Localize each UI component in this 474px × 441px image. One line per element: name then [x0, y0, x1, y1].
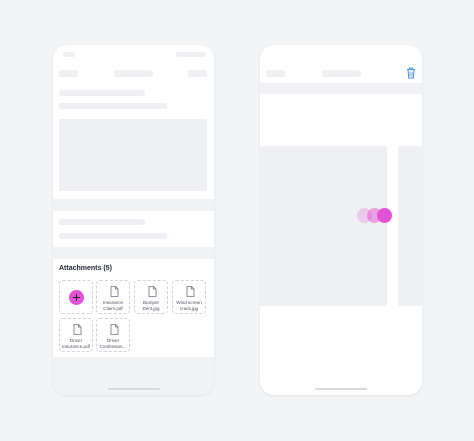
document-icon [148, 286, 157, 297]
document-icon [110, 324, 119, 335]
content-line-4 [59, 233, 167, 239]
home-indicator [315, 388, 367, 390]
status-bar-left [63, 52, 75, 57]
status-bar-right [176, 52, 206, 57]
attachment-preview-screen [260, 45, 422, 395]
home-indicator [108, 388, 160, 390]
plus-icon: + [69, 290, 84, 305]
section-divider-1 [53, 199, 214, 211]
attachment-tile[interactable]: Driver Insurance.pdf [59, 318, 93, 352]
add-attachment-button[interactable]: + [59, 280, 93, 314]
attachments-screen: Attachments (5) + Insurance Claim.pdf Bu… [53, 45, 214, 395]
content-line-1 [59, 90, 145, 96]
loading-dot [377, 208, 392, 223]
attachment-name: Wind screen crack.jpg [176, 300, 202, 311]
header-action-placeholder[interactable] [188, 70, 207, 77]
header-divider [260, 83, 422, 94]
attachment-name: Bumper Dent.jpg [142, 300, 160, 311]
trash-icon[interactable] [406, 67, 416, 79]
attachment-name: Driver Confession... [99, 338, 127, 349]
document-icon [186, 286, 195, 297]
attachment-tile[interactable]: Driver Confession... [96, 318, 130, 352]
content-line-3 [59, 219, 145, 225]
content-image-placeholder [59, 119, 207, 191]
header-title-placeholder [322, 70, 361, 77]
next-preview-placeholder [398, 146, 422, 306]
document-icon [110, 286, 119, 297]
content-line-2 [59, 103, 167, 109]
attachment-tile[interactable]: Bumper Dent.jpg [134, 280, 168, 314]
section-divider-2 [53, 247, 214, 259]
header-back-placeholder[interactable] [59, 70, 78, 77]
attachment-name: Insurance Claim.pdf [102, 300, 124, 311]
header-back-placeholder[interactable] [266, 70, 285, 77]
attachment-tile[interactable]: Wind screen crack.jpg [172, 280, 206, 314]
attachments-title: Attachments (5) [59, 265, 112, 272]
preview-image-placeholder [260, 146, 387, 306]
header-title-placeholder [114, 70, 153, 77]
document-icon [73, 324, 82, 335]
attachment-tile[interactable]: Insurance Claim.pdf [96, 280, 130, 314]
attachment-name: Driver Insurance.pdf [62, 338, 90, 349]
